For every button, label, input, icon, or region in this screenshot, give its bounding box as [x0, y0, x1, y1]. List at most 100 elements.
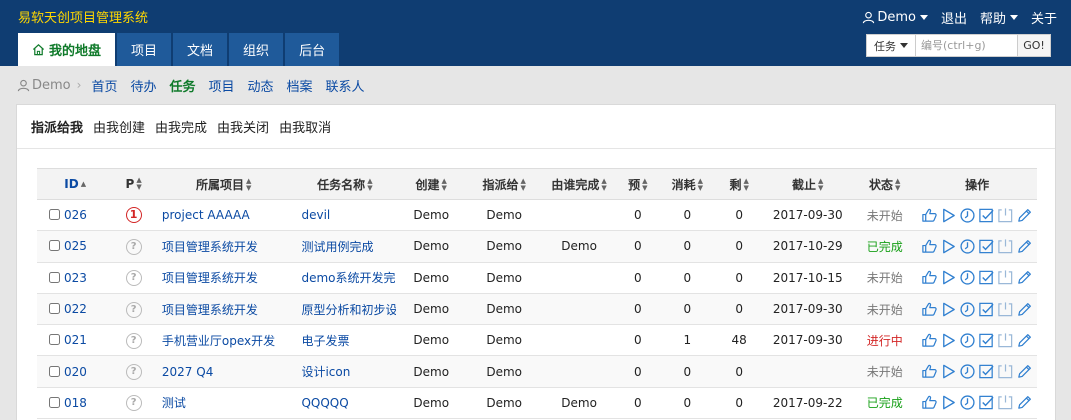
task-id-link[interactable]: 021: [64, 333, 87, 347]
tab-doc[interactable]: 文档: [173, 33, 228, 66]
row-checkbox[interactable]: [49, 303, 60, 315]
col-id[interactable]: ID ▲: [37, 168, 114, 200]
close-icon[interactable]: [997, 207, 1014, 224]
row-checkbox[interactable]: [49, 240, 60, 252]
task-id-link[interactable]: 020: [64, 365, 87, 379]
task-id-link[interactable]: 026: [64, 208, 87, 222]
subnav-item-project[interactable]: 项目: [209, 76, 235, 95]
subnav-item-profile[interactable]: 档案: [287, 76, 313, 95]
user-menu[interactable]: Demo: [862, 10, 928, 25]
assign-icon[interactable]: [921, 394, 938, 411]
task-id-link[interactable]: 023: [64, 271, 87, 285]
project-link[interactable]: 项目管理系统开发: [162, 240, 258, 254]
record-time-icon[interactable]: [959, 301, 976, 318]
close-icon[interactable]: [997, 301, 1014, 318]
tab-project[interactable]: 项目: [117, 33, 172, 66]
task-name-link[interactable]: devil: [301, 208, 330, 222]
project-link[interactable]: project AAAAA: [162, 208, 250, 222]
col-left[interactable]: 剩 ▲ ▼: [715, 168, 764, 200]
search-input[interactable]: [916, 35, 1017, 56]
assign-icon[interactable]: [921, 238, 938, 255]
project-link[interactable]: 2027 Q4: [162, 365, 213, 379]
record-time-icon[interactable]: [959, 207, 976, 224]
search-type-select[interactable]: 任务: [867, 35, 916, 56]
task-name-link[interactable]: demo系统开发完成: [301, 271, 396, 285]
record-time-icon[interactable]: [959, 238, 976, 255]
close-icon[interactable]: [997, 394, 1014, 411]
task-name-link[interactable]: 原型分析和初步设计: [301, 303, 396, 317]
start-icon[interactable]: [940, 207, 957, 224]
project-link[interactable]: 项目管理系统开发: [162, 303, 258, 317]
close-icon[interactable]: [997, 269, 1014, 286]
task-name-link[interactable]: 电子发票: [301, 334, 349, 348]
filter-created-by-me[interactable]: 由我创建: [93, 117, 145, 136]
start-icon[interactable]: [940, 394, 957, 411]
tab-org[interactable]: 组织: [229, 33, 284, 66]
about-link[interactable]: 关于: [1031, 8, 1057, 27]
record-time-icon[interactable]: [959, 332, 976, 349]
task-id-link[interactable]: 018: [64, 396, 87, 410]
task-name-link[interactable]: 测试用例完成: [301, 240, 373, 254]
edit-icon[interactable]: [1016, 332, 1033, 349]
finish-icon[interactable]: [978, 301, 995, 318]
finish-icon[interactable]: [978, 269, 995, 286]
finish-icon[interactable]: [978, 238, 995, 255]
col-est[interactable]: 预 ▲ ▼: [616, 168, 660, 200]
edit-icon[interactable]: [1016, 207, 1033, 224]
finish-icon[interactable]: [978, 363, 995, 380]
start-icon[interactable]: [940, 332, 957, 349]
finish-icon[interactable]: [978, 394, 995, 411]
subnav-item-contacts[interactable]: 联系人: [326, 76, 365, 95]
close-icon[interactable]: [997, 332, 1014, 349]
record-time-icon[interactable]: [959, 363, 976, 380]
row-checkbox[interactable]: [49, 209, 60, 221]
subnav-item-dynamic[interactable]: 动态: [248, 76, 274, 95]
assign-icon[interactable]: [921, 363, 938, 380]
search-go-button[interactable]: GO!: [1017, 35, 1050, 56]
start-icon[interactable]: [940, 269, 957, 286]
help-menu[interactable]: 帮助: [980, 8, 1018, 27]
col-finished-by[interactable]: 由谁完成 ▲ ▼: [542, 168, 617, 200]
assign-icon[interactable]: [921, 207, 938, 224]
edit-icon[interactable]: [1016, 301, 1033, 318]
tab-my[interactable]: 我的地盘: [18, 33, 116, 66]
subnav-item-task[interactable]: 任务: [169, 76, 195, 95]
filter-finished-by-me[interactable]: 由我完成: [155, 117, 207, 136]
col-project[interactable]: 所属项目 ▲ ▼: [153, 168, 294, 200]
project-link[interactable]: 手机营业厅opex开发: [162, 334, 275, 348]
row-checkbox[interactable]: [49, 334, 60, 346]
project-link[interactable]: 测试: [162, 396, 186, 410]
row-checkbox[interactable]: [49, 365, 60, 377]
edit-icon[interactable]: [1016, 269, 1033, 286]
edit-icon[interactable]: [1016, 394, 1033, 411]
filter-closed-by-me[interactable]: 由我关闭: [217, 117, 269, 136]
col-assigned[interactable]: 指派给 ▲ ▼: [466, 168, 543, 200]
logout-link[interactable]: 退出: [941, 8, 967, 27]
tab-admin[interactable]: 后台: [285, 33, 340, 66]
assign-icon[interactable]: [921, 301, 938, 318]
finish-icon[interactable]: [978, 332, 995, 349]
col-name[interactable]: 任务名称 ▲ ▼: [293, 168, 397, 200]
start-icon[interactable]: [940, 301, 957, 318]
col-pri[interactable]: P ▲ ▼: [113, 168, 154, 200]
close-icon[interactable]: [997, 363, 1014, 380]
project-link[interactable]: 项目管理系统开发: [162, 271, 258, 285]
filter-assigned-to-me[interactable]: 指派给我: [31, 117, 83, 136]
record-time-icon[interactable]: [959, 269, 976, 286]
task-id-link[interactable]: 022: [64, 302, 87, 316]
filter-canceled-by-me[interactable]: 由我取消: [279, 117, 331, 136]
close-icon[interactable]: [997, 238, 1014, 255]
task-name-link[interactable]: 设计icon: [301, 365, 350, 379]
edit-icon[interactable]: [1016, 363, 1033, 380]
subnav-item-todo[interactable]: 待办: [130, 76, 156, 95]
start-icon[interactable]: [940, 363, 957, 380]
assign-icon[interactable]: [921, 332, 938, 349]
finish-icon[interactable]: [978, 207, 995, 224]
breadcrumb-user[interactable]: Demo: [32, 78, 71, 93]
subnav-item-home[interactable]: 首页: [91, 76, 117, 95]
task-id-link[interactable]: 025: [64, 239, 87, 253]
row-checkbox[interactable]: [49, 271, 60, 283]
edit-icon[interactable]: [1016, 238, 1033, 255]
task-name-link[interactable]: QQQQQ: [301, 396, 348, 410]
row-checkbox[interactable]: [49, 396, 60, 408]
